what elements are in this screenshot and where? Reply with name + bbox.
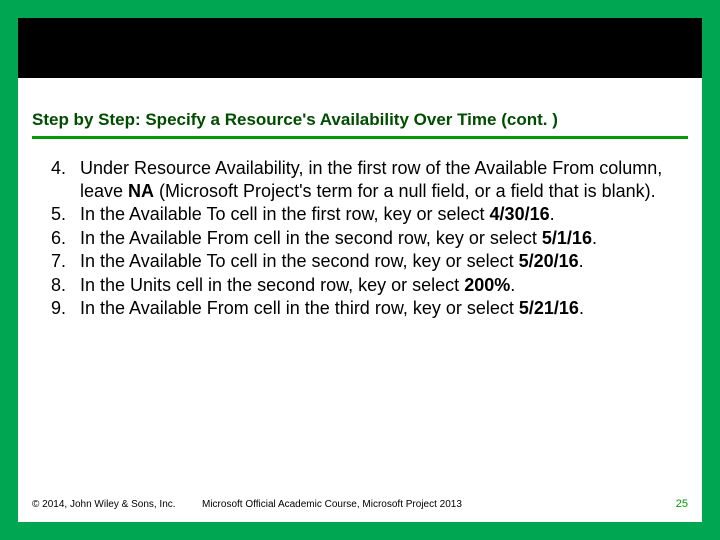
title-wrap: Step by Step: Specify a Resource's Avail… <box>32 18 688 139</box>
step-number: 8. <box>32 274 80 297</box>
step-item: 5.In the Available To cell in the first … <box>32 203 688 226</box>
step-item: 9.In the Available From cell in the thir… <box>32 297 688 320</box>
step-text: In the Available From cell in the second… <box>80 227 688 250</box>
steps-list: 4.Under Resource Availability, in the fi… <box>32 157 688 320</box>
title-divider <box>32 136 688 139</box>
slide-content: Step by Step: Specify a Resource's Avail… <box>18 18 702 320</box>
footer-page-number: 25 <box>676 498 688 510</box>
step-item: 4.Under Resource Availability, in the fi… <box>32 157 688 202</box>
step-number: 4. <box>32 157 80 202</box>
step-number: 5. <box>32 203 80 226</box>
step-item: 8.In the Units cell in the second row, k… <box>32 274 688 297</box>
step-item: 6.In the Available From cell in the seco… <box>32 227 688 250</box>
footer-copyright: © 2014, John Wiley & Sons, Inc. <box>32 499 202 510</box>
slide-inner: Step by Step: Specify a Resource's Avail… <box>18 18 702 522</box>
step-text: In the Available To cell in the first ro… <box>80 203 688 226</box>
footer-course: Microsoft Official Academic Course, Micr… <box>202 499 676 510</box>
step-text: In the Units cell in the second row, key… <box>80 274 688 297</box>
step-item: 7.In the Available To cell in the second… <box>32 250 688 273</box>
step-text: In the Available From cell in the third … <box>80 297 688 320</box>
step-number: 6. <box>32 227 80 250</box>
step-text: In the Available To cell in the second r… <box>80 250 688 273</box>
step-number: 7. <box>32 250 80 273</box>
step-text: Under Resource Availability, in the firs… <box>80 157 688 202</box>
slide-title: Step by Step: Specify a Resource's Avail… <box>32 110 688 134</box>
footer: © 2014, John Wiley & Sons, Inc. Microsof… <box>32 498 688 510</box>
step-number: 9. <box>32 297 80 320</box>
